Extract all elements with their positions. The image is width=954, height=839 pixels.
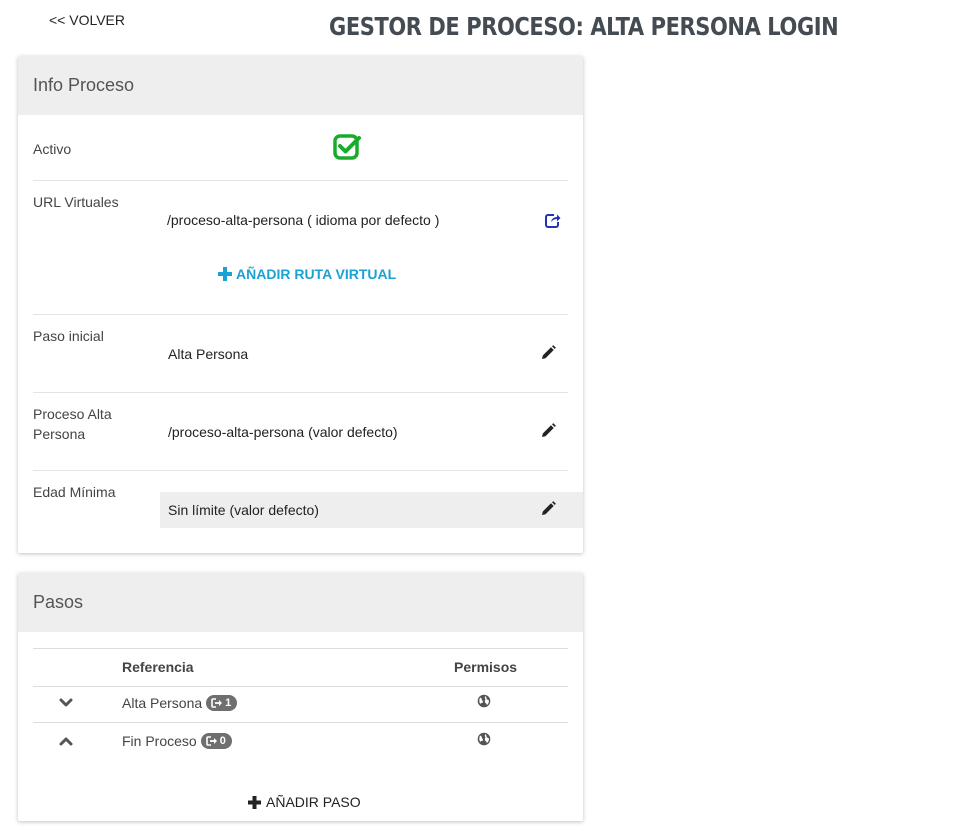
globe-icon (477, 732, 491, 749)
plus-icon (248, 795, 261, 809)
edit-paso-inicial-button[interactable] (541, 345, 556, 363)
edit-edad-minima-button[interactable] (541, 501, 556, 519)
sign-out-icon (211, 698, 223, 708)
external-link-icon[interactable] (545, 213, 561, 231)
pencil-icon (542, 501, 556, 515)
step-reference: Alta Persona 1 (122, 695, 238, 711)
step-count: 1 (225, 697, 232, 709)
url-virtuales-label: URL Virtuales (33, 194, 119, 210)
pencil-icon (542, 423, 556, 437)
info-proceso-card: Info Proceso Activo URL Virtuales /proce… (18, 56, 583, 553)
step-name: Fin Proceso (122, 733, 197, 749)
proceso-alta-value: /proceso-alta-persona (valor defecto) (168, 424, 398, 440)
pasos-header: Pasos (18, 573, 583, 632)
step-count-badge: 0 (200, 733, 232, 749)
column-permisos: Permisos (454, 659, 518, 675)
pasos-card: Pasos Referencia Permisos Alta Persona 1 (18, 573, 583, 821)
row-activo: Activo (33, 115, 568, 180)
step-reference: Fin Proceso 0 (122, 733, 232, 749)
chevron-down-icon[interactable] (59, 695, 73, 711)
activo-label: Activo (33, 141, 72, 157)
edad-minima-label: Edad Mínima (33, 484, 116, 500)
globe-icon (477, 694, 491, 711)
proceso-alta-label: Proceso Alta Persona (33, 406, 112, 442)
step-name: Alta Persona (122, 695, 203, 711)
step-count: 0 (219, 735, 226, 747)
plus-icon (218, 267, 232, 281)
add-step-button[interactable]: AÑADIR PASO (248, 794, 361, 810)
row-paso-inicial: Paso inicial Alta Persona (33, 314, 568, 393)
table-row: Fin Proceso 0 (33, 723, 568, 760)
table-row: Alta Persona 1 (33, 685, 568, 723)
pasos-table-header: Referencia Permisos (33, 648, 568, 687)
page-title: GESTOR DE PROCESO: ALTA PERSONA LOGIN (329, 12, 839, 41)
paso-inicial-label: Paso inicial (33, 328, 104, 344)
add-virtual-route-button[interactable]: AÑADIR RUTA VIRTUAL (218, 266, 396, 282)
row-proceso-alta-persona: Proceso Alta Persona /proceso-alta-perso… (33, 392, 568, 471)
paso-inicial-value: Alta Persona (168, 346, 249, 362)
pasos-title: Pasos (33, 592, 84, 612)
back-link[interactable]: << VOLVER (49, 12, 125, 28)
column-referencia: Referencia (122, 659, 194, 675)
add-step-label: AÑADIR PASO (266, 794, 361, 810)
step-count-badge: 1 (206, 695, 238, 711)
chevron-up-icon[interactable] (59, 733, 73, 749)
edad-minima-value: Sin límite (valor defecto) (168, 502, 319, 518)
info-proceso-header: Info Proceso (18, 56, 583, 115)
pencil-icon (542, 345, 556, 359)
checkbox-checked-icon[interactable] (333, 134, 361, 163)
row-edad-minima: Edad Mínima Sin límite (valor defecto) (33, 470, 583, 549)
add-virtual-route-label: AÑADIR RUTA VIRTUAL (236, 266, 397, 282)
row-url-virtuales: URL Virtuales /proceso-alta-persona ( id… (33, 180, 568, 315)
sign-out-icon (205, 736, 217, 746)
edit-proceso-alta-button[interactable] (541, 423, 556, 441)
url-virtual-value: /proceso-alta-persona ( idioma por defec… (167, 212, 440, 228)
info-proceso-title: Info Proceso (33, 75, 135, 95)
